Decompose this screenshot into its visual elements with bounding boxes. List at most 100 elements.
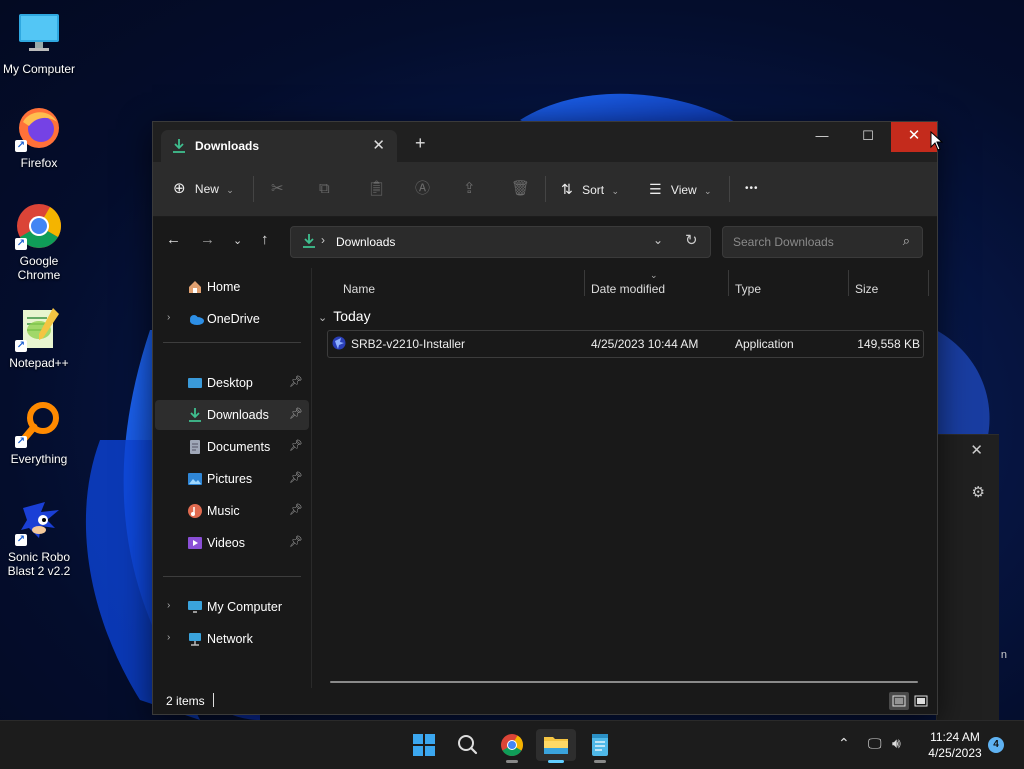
close-tab-icon[interactable]: ✕ bbox=[372, 136, 385, 154]
tiles-view-button[interactable] bbox=[911, 692, 931, 710]
chevron-down-icon[interactable]: ⌄ bbox=[653, 233, 663, 247]
search-input[interactable] bbox=[731, 234, 895, 250]
delete-icon[interactable]: 🗑︎ bbox=[511, 178, 530, 200]
volume-icon[interactable]: 🔊︎ bbox=[892, 735, 901, 752]
column-divider[interactable] bbox=[848, 270, 849, 296]
desktop-icon-everything[interactable]: ↗ Everything bbox=[0, 400, 78, 466]
share-icon[interactable]: ⇪ bbox=[463, 178, 476, 200]
installer-app-icon bbox=[332, 336, 346, 353]
refresh-icon[interactable]: ↻ bbox=[685, 231, 698, 249]
title-bar[interactable]: Downloads ✕ + — ☐ ✕ bbox=[153, 122, 937, 162]
search-box[interactable]: ⌕ bbox=[722, 226, 923, 258]
taskbar-chrome[interactable] bbox=[492, 729, 532, 763]
gear-icon[interactable]: ⚙ bbox=[972, 483, 985, 501]
running-indicator bbox=[548, 760, 564, 763]
view-button[interactable]: ☰ View ⌄ bbox=[649, 178, 712, 200]
recent-locations-chevron-icon[interactable]: ⌄ bbox=[233, 234, 242, 247]
chrome-icon: ↗ bbox=[15, 202, 63, 250]
new-button[interactable]: ⊕ New ⌄ bbox=[173, 178, 234, 200]
sort-button[interactable]: ⇅ Sort ⌄ bbox=[561, 178, 619, 200]
maximize-button[interactable]: ☐ bbox=[845, 122, 891, 152]
video-icon bbox=[187, 535, 203, 554]
new-button-label: New bbox=[194, 182, 219, 196]
expand-chevron-icon[interactable]: › bbox=[167, 632, 170, 643]
expand-chevron-icon[interactable]: › bbox=[167, 600, 170, 611]
nav-item-music[interactable]: Music 📌︎ bbox=[155, 496, 309, 526]
notepad-icon bbox=[592, 734, 608, 756]
file-list: Name Date modified ⌄ Type Size ⌄ Today SR… bbox=[312, 268, 937, 688]
nav-item-videos[interactable]: Videos 📌︎ bbox=[155, 528, 309, 558]
show-hidden-icons-chevron-icon[interactable]: ⌃ bbox=[838, 735, 850, 752]
taskbar-file-explorer[interactable] bbox=[536, 729, 576, 763]
column-header-type[interactable]: Type bbox=[735, 282, 761, 296]
desktop-icon-sonic-robo-blast[interactable]: ↗ Sonic Robo Blast 2 v2.2 bbox=[0, 498, 78, 578]
clock[interactable]: 11:24 AM 4/25/2023 bbox=[918, 729, 992, 761]
horizontal-scrollbar[interactable] bbox=[330, 681, 918, 683]
pin-icon[interactable]: 📌︎ bbox=[289, 471, 303, 484]
minimize-button[interactable]: — bbox=[799, 122, 845, 152]
pin-icon[interactable]: 📌︎ bbox=[289, 375, 303, 388]
table-row[interactable]: SRB2-v2210-Installer 4/25/2023 10:44 AM … bbox=[327, 330, 924, 358]
notification-badge[interactable]: 4 bbox=[988, 737, 1004, 753]
column-header-date-modified[interactable]: Date modified bbox=[591, 282, 665, 296]
taskbar-notepad[interactable] bbox=[580, 729, 620, 763]
desktop-icon-firefox[interactable]: ↗ Firefox bbox=[0, 104, 78, 170]
column-header-name[interactable]: Name bbox=[343, 282, 375, 296]
group-header-today[interactable]: ⌄ Today bbox=[318, 308, 371, 324]
details-view-button[interactable] bbox=[889, 692, 909, 710]
pin-icon[interactable]: 📌︎ bbox=[289, 503, 303, 516]
new-tab-button[interactable]: + bbox=[415, 134, 426, 152]
nav-item-desktop[interactable]: Desktop 📌︎ bbox=[155, 368, 309, 398]
address-bar-row: ← → ⌄ ↑ › Downloads ⌄ ↻ ⌕ bbox=[153, 217, 937, 267]
search-button[interactable] bbox=[448, 729, 488, 761]
cut-icon[interactable]: ✂ bbox=[271, 178, 284, 200]
nav-item-network[interactable]: › Network bbox=[155, 624, 309, 654]
breadcrumb-chevron-icon[interactable]: › bbox=[321, 233, 325, 247]
tab-downloads[interactable]: Downloads ✕ bbox=[161, 130, 397, 162]
item-count: 2 items bbox=[166, 694, 205, 708]
document-icon bbox=[187, 439, 203, 458]
shortcut-arrow-icon: ↗ bbox=[15, 238, 27, 250]
column-divider[interactable] bbox=[728, 270, 729, 296]
sort-icon: ⇅ bbox=[561, 181, 573, 197]
pin-icon[interactable]: 📌︎ bbox=[289, 407, 303, 420]
clock-time: 11:24 AM bbox=[930, 730, 980, 744]
network-status-icon[interactable]: 🖵︎ bbox=[868, 735, 882, 752]
nav-item-label: Documents bbox=[207, 440, 271, 454]
expand-chevron-icon[interactable]: › bbox=[167, 312, 170, 323]
nav-item-my-computer[interactable]: › My Computer bbox=[155, 592, 309, 622]
more-options-button[interactable]: ••• bbox=[745, 178, 759, 200]
desktop-icon-label: Sonic Robo Blast 2 v2.2 bbox=[7, 550, 71, 578]
desktop-icon-label: My Computer bbox=[2, 62, 76, 76]
desktop-icon-label: Everything bbox=[10, 452, 68, 466]
breadcrumb-downloads[interactable]: Downloads bbox=[336, 235, 395, 249]
forward-arrow-icon[interactable]: → bbox=[200, 231, 215, 248]
nav-item-onedrive[interactable]: › OneDrive bbox=[155, 304, 309, 334]
address-bar[interactable]: › Downloads ⌄ ↻ bbox=[290, 226, 711, 258]
nav-item-downloads[interactable]: Downloads 📌︎ bbox=[155, 400, 309, 430]
close-icon[interactable]: ✕ bbox=[970, 441, 983, 459]
status-separator bbox=[213, 693, 214, 707]
column-header-size[interactable]: Size bbox=[855, 282, 878, 296]
paste-icon[interactable]: 📋︎ bbox=[367, 178, 386, 200]
shortcut-arrow-icon: ↗ bbox=[15, 140, 27, 152]
copy-icon[interactable]: ⧉ bbox=[319, 178, 330, 200]
up-arrow-icon[interactable]: ↑ bbox=[261, 231, 269, 248]
rename-icon[interactable]: Ⓐ bbox=[415, 178, 430, 200]
nav-item-documents[interactable]: Documents 📌︎ bbox=[155, 432, 309, 462]
column-divider[interactable] bbox=[928, 270, 929, 296]
start-button[interactable] bbox=[404, 729, 444, 761]
desktop-icon-my-computer[interactable]: My Computer bbox=[0, 10, 78, 76]
back-arrow-icon[interactable]: ← bbox=[166, 231, 181, 248]
column-divider[interactable] bbox=[584, 270, 585, 296]
nav-item-home[interactable]: Home bbox=[155, 272, 309, 302]
nav-item-pictures[interactable]: Pictures 📌︎ bbox=[155, 464, 309, 494]
group-label: Today bbox=[333, 308, 371, 324]
pin-icon[interactable]: 📌︎ bbox=[289, 535, 303, 548]
pin-icon[interactable]: 📌︎ bbox=[289, 439, 303, 452]
taskbar: ⌃ 🖵︎ 🔊︎ 11:24 AM 4/25/2023 4 bbox=[0, 720, 1024, 769]
desktop-icon-google-chrome[interactable]: ↗ Google Chrome bbox=[0, 202, 78, 282]
notepad-plus-plus-icon: ↗ bbox=[15, 304, 63, 352]
running-indicator bbox=[594, 760, 606, 763]
desktop-icon-notepad-plus-plus[interactable]: ↗ Notepad++ bbox=[0, 304, 78, 370]
